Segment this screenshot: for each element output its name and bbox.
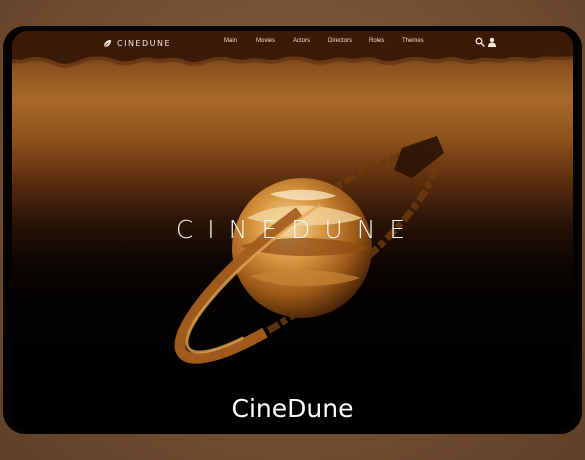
nav-item-themes[interactable]: Themes: [402, 38, 424, 44]
nav-item-movies[interactable]: Movies: [256, 38, 275, 44]
search-icon[interactable]: [475, 37, 485, 47]
app-screen: CINEDUNE Main Movies Actors Directors Ro…: [12, 31, 573, 430]
nav-item-actors[interactable]: Actors: [293, 38, 310, 44]
nav-item-directors[interactable]: Directors: [328, 38, 352, 44]
nav-item-main[interactable]: Main: [224, 38, 237, 44]
hero-title: CINEDUNE: [175, 215, 420, 244]
dripping-sand-edge: [12, 49, 573, 68]
nav-item-roles[interactable]: Roles: [369, 38, 384, 44]
app-caption: CineDune: [231, 394, 354, 423]
ringed-planet-illustration: [174, 136, 444, 364]
user-icon[interactable]: [487, 37, 497, 47]
